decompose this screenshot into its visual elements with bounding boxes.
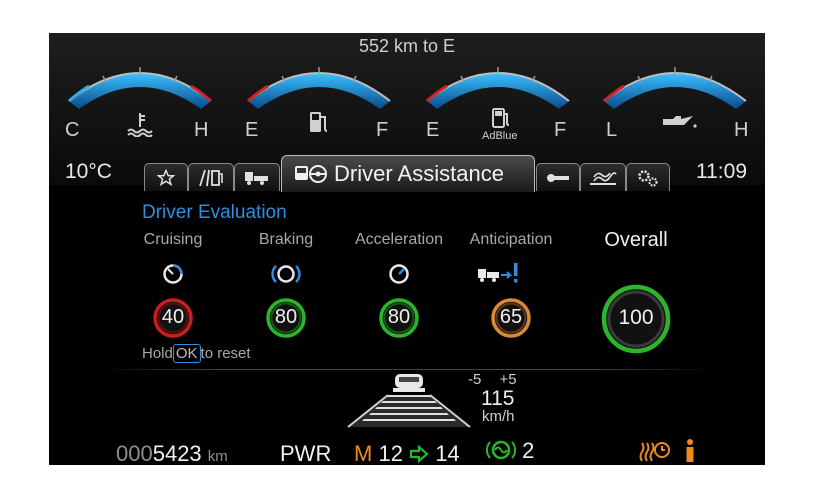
star-icon [157,168,175,186]
speed-unit: km/h [482,408,515,425]
section-divider [99,369,715,370]
fuel-gauge [246,67,391,109]
tab-vehicle[interactable] [234,163,280,191]
driver-assistance-icon [295,165,327,183]
fuel-pump-icon [310,112,328,132]
gear-indicator: M 12 14 [354,441,460,465]
braking-score: 80 [274,306,298,328]
anticipation-truck-icon [478,263,518,283]
odometer-unit: km [207,448,228,465]
road-fuel-icon [199,169,223,186]
adblue-high-label: F [554,119,567,141]
category-anticipation-label: Anticipation [469,231,553,248]
driving-mode: PWR [280,441,332,465]
odometer: 0005423 km [116,441,228,465]
tab-driver-assistance[interactable]: Driver Assistance [281,155,535,192]
retarder-status: 2 [486,438,534,464]
tab-service[interactable] [536,163,580,191]
gear-shift-arrow-icon [409,444,429,464]
gears-icon [638,169,658,187]
coolant-temperature-icon [127,113,153,137]
reset-hint-suffix: to reset [200,345,251,362]
overall-label: Overall [604,229,668,251]
reset-hint-prefix: Hold [142,345,173,362]
coolant-low-label: C [65,119,80,141]
wrench-icon [547,173,569,182]
adblue-gauge [425,67,570,109]
anticipation-score: 65 [499,306,523,328]
driver-evaluation-title: Driver Evaluation [142,202,287,223]
truck-icon [245,171,268,185]
ok-key: OK [172,344,201,363]
tab-settings[interactable] [626,163,670,191]
gear-mode: M [354,441,373,465]
odometer-value: 5423 [152,441,202,465]
fuel-high-label: F [376,119,389,141]
cruising-gauge-icon [163,264,183,284]
current-gear: 12 [378,441,403,465]
tab-exhaust[interactable] [580,163,626,191]
oil-low-label: L [606,119,618,141]
brake-icon [271,265,301,283]
menu-tab-bar: Driver Assistance [49,155,765,192]
adblue-low-label: E [426,119,440,141]
coolant-high-label: H [194,119,209,141]
next-gear: 14 [435,441,460,465]
reset-hint: Hold OK to reset [142,344,251,363]
preheat-timer-icon [639,442,670,462]
adblue-icon [492,108,510,128]
oil-high-label: H [734,119,749,141]
coolant-gauge [67,67,213,109]
tab-active-label: Driver Assistance [334,161,504,186]
odometer-leading-zeros: 000 [116,441,153,465]
cruising-score: 40 [161,306,185,328]
retarder-level: 2 [522,438,535,463]
tab-favorites[interactable] [144,163,188,191]
instrument-cluster-display: 552 km to E C H E F E F AdBlue L H 10°C … [49,33,765,465]
adblue-label: AdBlue [482,130,518,142]
acceleration-score: 80 [387,306,411,328]
oil-can-icon [663,116,697,128]
lane-distance-graphic [347,374,471,428]
tab-trip-fuel[interactable] [188,163,234,191]
category-acceleration-label: Acceleration [354,231,444,248]
exhaust-heat-icon [590,171,617,185]
overall-score: 100 [618,306,654,329]
retarder-icon [486,440,516,460]
fuel-low-label: E [245,119,259,141]
acceleration-gauge-icon [389,264,409,284]
speed-tolerance-plus: +5 [499,371,517,388]
category-cruising-label: Cruising [143,231,203,248]
oil-pressure-gauge [602,67,747,109]
speed-tolerance: -5 +5 [468,371,517,388]
info-icon [686,439,694,462]
category-braking-label: Braking [258,231,314,248]
speed-tolerance-minus: -5 [468,371,482,388]
